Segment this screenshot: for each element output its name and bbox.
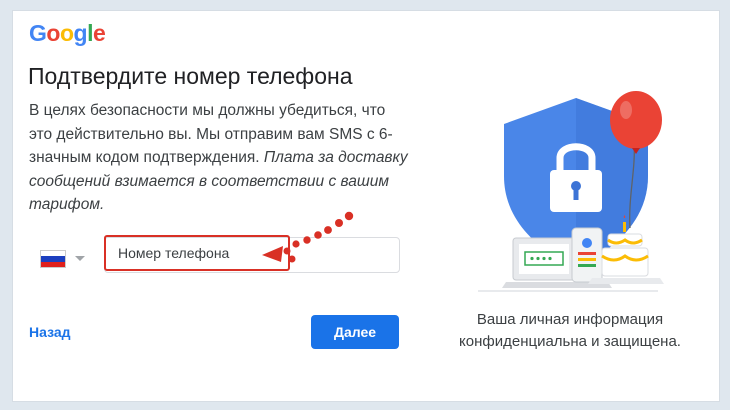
security-illustration: [478, 91, 664, 292]
privacy-line-2: конфиденциальна и защищена.: [459, 333, 681, 350]
smartphone-icon: [571, 227, 603, 283]
privacy-note: Ваша личная информация конфиденциальна и…: [440, 309, 700, 353]
next-button[interactable]: Далее: [311, 315, 399, 349]
privacy-line-1: Ваша личная информация: [476, 311, 664, 328]
back-link[interactable]: Назад: [29, 324, 71, 340]
